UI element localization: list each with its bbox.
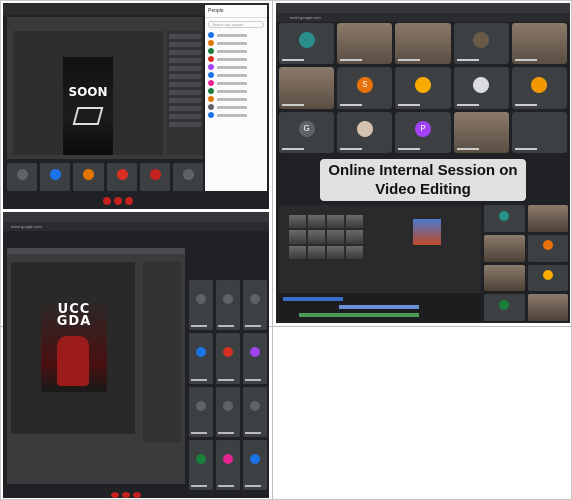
caption-line-1: Online Internal Session on xyxy=(328,162,518,179)
participant-tile xyxy=(243,280,267,331)
participant-tile xyxy=(216,333,240,384)
participant-tile xyxy=(243,386,267,437)
people-list-item xyxy=(205,63,267,71)
participant-tile xyxy=(139,163,170,191)
participant-tile xyxy=(484,294,525,321)
people-list-item xyxy=(205,31,267,39)
caption-line-2: Video Editing xyxy=(375,181,471,198)
participant-video-tile xyxy=(527,294,568,321)
participant-video-tile xyxy=(484,264,525,292)
meeting-controls xyxy=(103,197,133,205)
media-bin xyxy=(289,215,363,259)
participant-sidebar xyxy=(484,205,568,321)
end-call-icon[interactable] xyxy=(125,197,133,205)
browser-tab-bar xyxy=(3,212,269,222)
participant-video-tile xyxy=(395,23,451,65)
session-caption: Online Internal Session on Video Editing xyxy=(320,159,526,201)
poster-preview: SOON xyxy=(63,57,113,155)
people-list-item xyxy=(205,47,267,55)
participant-tile xyxy=(395,67,451,109)
people-list-item xyxy=(205,103,267,111)
participant-tile xyxy=(527,264,568,292)
participant-tile: G xyxy=(279,111,335,153)
poster-title-text: UCC GDA xyxy=(56,302,92,329)
participant-tile xyxy=(511,111,567,153)
participant-tile xyxy=(189,386,213,437)
poster-logo-icon xyxy=(72,107,104,125)
participant-tile xyxy=(106,163,137,191)
participant-tile xyxy=(189,333,213,384)
people-list-item xyxy=(205,87,267,95)
browser-tab-bar xyxy=(276,3,570,13)
camera-icon[interactable] xyxy=(114,197,122,205)
participant-tile xyxy=(7,163,38,191)
end-call-icon[interactable] xyxy=(133,492,141,498)
participant-strip xyxy=(7,163,204,191)
editing-timeline[interactable] xyxy=(279,293,481,321)
editor-canvas: SOON xyxy=(13,31,163,155)
divider-vertical xyxy=(272,0,273,500)
participant-tile xyxy=(216,386,240,437)
participant-video-tile xyxy=(279,67,335,109)
people-list-item xyxy=(205,39,267,47)
people-search-input[interactable]: Search for people xyxy=(208,21,264,28)
address-bar[interactable]: meet.google.com xyxy=(276,13,570,22)
participant-tile xyxy=(527,234,568,262)
participant-tile xyxy=(511,67,567,109)
participant-tile xyxy=(453,67,509,109)
participant-tile: P xyxy=(395,111,451,153)
participant-tile xyxy=(73,163,104,191)
participant-video-tile xyxy=(453,111,509,153)
people-list-item xyxy=(205,55,267,63)
participant-tile xyxy=(172,163,204,191)
participant-tile xyxy=(243,439,267,490)
participant-video-tile xyxy=(484,234,525,262)
screenshot-meet-photoshop-top: SOON People Search for people xyxy=(3,3,269,209)
camera-icon[interactable] xyxy=(122,492,130,498)
participant-tile xyxy=(189,439,213,490)
participant-tile xyxy=(453,23,509,65)
people-list-item xyxy=(205,71,267,79)
screenshot-meet-photoshop-bottom: meet.google.com UCC GDA xyxy=(3,212,269,498)
participant-tile xyxy=(484,205,525,232)
participant-tile: S xyxy=(337,67,393,109)
people-list-item xyxy=(205,95,267,103)
people-header: People xyxy=(205,5,267,18)
editor-menubar xyxy=(7,248,185,254)
poster-soon-text: SOON xyxy=(68,85,108,99)
people-list-item xyxy=(205,111,267,119)
participant-tile xyxy=(243,333,267,384)
screenshot-meet-video-editing: meet.google.com S G P Online Internal Se… xyxy=(276,3,570,323)
people-panel: People Search for people xyxy=(205,5,267,191)
poster-preview: UCC GDA xyxy=(41,298,107,392)
participant-video-tile xyxy=(511,23,567,65)
participant-tile xyxy=(40,163,71,191)
meeting-title-bar xyxy=(3,231,269,243)
meeting-controls xyxy=(111,492,141,498)
shared-screen-editor: SOON xyxy=(7,17,203,159)
editor-canvas: UCC GDA xyxy=(11,262,135,434)
address-text: meet.google.com xyxy=(290,15,321,20)
mic-icon[interactable] xyxy=(103,197,111,205)
address-bar[interactable]: meet.google.com xyxy=(3,222,269,231)
mic-icon[interactable] xyxy=(111,492,119,498)
layers-panel xyxy=(143,262,181,442)
participant-video-tile xyxy=(337,23,393,65)
participant-tile xyxy=(337,111,393,153)
participant-tile xyxy=(189,280,213,331)
preview-monitor xyxy=(413,219,441,245)
layers-panel xyxy=(167,31,203,155)
poster-figure xyxy=(57,336,89,386)
participant-tile xyxy=(216,280,240,331)
participant-video-tile xyxy=(527,205,568,232)
participant-grid: S G P xyxy=(279,23,567,153)
participant-tile xyxy=(216,439,240,490)
video-editor-window xyxy=(279,205,481,321)
address-text: meet.google.com xyxy=(11,224,42,229)
people-list-item xyxy=(205,79,267,87)
participant-tile xyxy=(279,23,335,65)
participant-grid xyxy=(189,280,267,490)
